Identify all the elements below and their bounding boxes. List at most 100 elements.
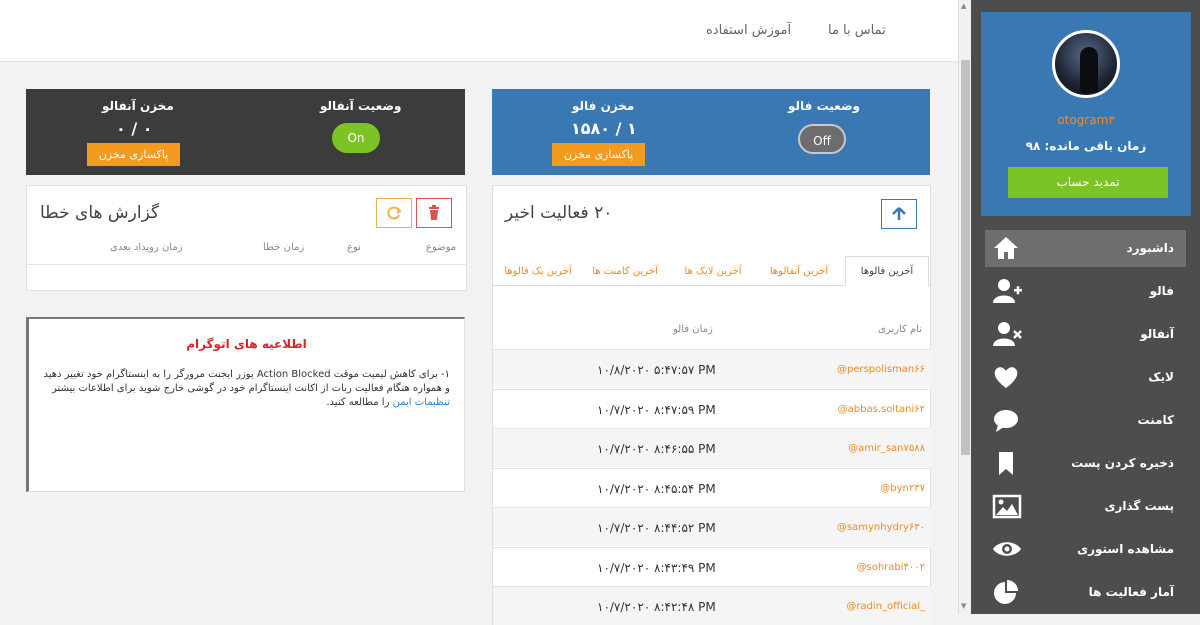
table-row: @radin_official_ ۱۰/۷/۲۰۲۰ ۸:۴۲:۴۸ PM [493,586,931,625]
row-follow-time: ۱۰/۷/۲۰۲۰ ۸:۴۳:۴۹ PM [597,560,716,575]
recent-activity-title: ۲۰ فعالیت اخیر [505,203,613,223]
follow-clear-store-button[interactable]: پاکسازی مخزن [552,143,645,166]
unfollow-status-title: وضعیت آنفالو [320,99,402,113]
sidebar-item-label: ذخیره کردن پست [1071,456,1174,470]
row-follow-time: ۱۰/۷/۲۰۲۰ ۸:۴۷:۵۹ PM [597,402,716,417]
row-username-link[interactable]: @perspolisman۶۶ [837,364,925,375]
error-col-type: نوع [347,242,361,253]
unfollow-toggle[interactable]: On [332,123,380,153]
arrow-up-icon [892,207,906,220]
refresh-errors-button[interactable] [376,198,412,228]
renew-account-button[interactable]: تمدید حساب [1008,167,1168,198]
table-row: @perspolisman۶۶ ۱۰/۸/۲۰۲۰ ۵:۴۷:۵۷ PM [493,349,931,388]
follow-status-box: وضعیت فالو Off مخزن فالو ۱۵۸۰ / ۱ پاکساز… [492,89,930,175]
row-username-link[interactable]: @sohrabi۴۰۰۲ [856,562,925,573]
scroll-up-arrow[interactable]: ▲ [961,2,966,10]
eye-icon [993,542,1021,556]
sidebar-item-unfollow[interactable]: آنفالو [985,316,1186,353]
nav-tutorial-link[interactable]: آموزش استفاده [706,23,791,38]
delete-errors-button[interactable] [416,198,452,228]
tab-last-follows[interactable]: آخرین فالوها [845,256,929,286]
avatar [1052,30,1120,98]
error-reports-title: گزارش های خطا [40,203,160,223]
row-username-link[interactable]: @abbas.soltani۶۲ [838,404,925,415]
error-col-subject: موضوع [426,242,457,253]
col-follow-time: زمان فالو [673,324,713,335]
sidebar-item-like[interactable]: لایک [985,359,1186,396]
error-col-next-event: زمان رویداد بعدی [110,242,183,253]
unfollow-clear-store-button[interactable]: پاکسازی مخزن [87,143,180,166]
refresh-icon [387,206,402,220]
comment-icon [994,410,1018,432]
notice-text: ۱- برای کاهش لیمیت موقت Action Blocked ی… [43,369,450,394]
trash-icon [429,205,439,220]
bookmark-icon [999,452,1013,475]
recent-activity-panel: ۲۰ فعالیت اخیر آخرین فالوها آخرین آنفالو… [492,185,931,625]
tab-last-back-follows[interactable]: آخرین بک فالوها [501,264,575,279]
row-follow-time: ۱۰/۷/۲۰۲۰ ۸:۴۴:۵۲ PM [597,521,716,535]
sidebar-item-label: آنفالو [1140,327,1174,341]
sidebar-item-save-post[interactable]: ذخیره کردن پست [985,445,1186,482]
notice-title: اطلاعیه های اتوگرام [186,337,307,351]
image-icon [992,494,1022,519]
sidebar-item-post[interactable]: پست گذاری [985,488,1186,525]
sidebar-item-comment[interactable]: کامنت [985,402,1186,439]
user-remove-icon [993,322,1022,346]
remaining-time: زمان باقی مانده: ۹۸ [1025,139,1147,153]
safe-settings-link[interactable]: تنظیمات ایمن [393,397,450,408]
profile-card: otogram۳ زمان باقی مانده: ۹۸ تمدید حساب [981,12,1191,216]
sidebar-item-label: مشاهده استوری [1077,542,1174,556]
tab-last-likes[interactable]: آخرین لایک ها [671,264,755,279]
error-col-time: زمان خطا [263,242,305,253]
table-row: @amir_san۷۵۸۸ ۱۰/۷/۲۰۲۰ ۸:۴۶:۵۵ PM [493,428,931,467]
profile-username[interactable]: otogram۳ [981,113,1191,127]
unfollow-status-box: وضعیت آنفالو On مخزن آنفالو ۰ / ۰ پاکساز… [26,89,465,175]
table-row: @sohrabi۴۰۰۲ ۱۰/۷/۲۰۲۰ ۸:۴۳:۴۹ PM [493,546,931,586]
user-plus-icon [993,279,1022,303]
error-table-divider [27,264,466,265]
follow-status-title: وضعیت فالو [788,99,860,113]
home-icon [994,237,1018,259]
sidebar-item-stats[interactable]: آمار فعالیت ها [985,574,1186,611]
tab-last-unfollows[interactable]: آخرین آنفالوها [757,264,841,279]
page-scrollbar[interactable]: ▲ ▼ [958,0,971,614]
unfollow-store-title: مخزن آنفالو [102,99,174,113]
col-username: نام کاربری [878,324,922,335]
sidebar-item-label: داشبورد [1126,241,1174,255]
row-username-link[interactable]: @byn۲۳۷ [880,483,925,494]
table-row: @byn۲۳۷ ۱۰/۷/۲۰۲۰ ۸:۴۵:۵۴ PM [493,467,931,507]
tab-last-comments[interactable]: آخرین کامنت ها [583,264,667,279]
notice-text-end: را مطالعه کنید. [326,397,393,408]
row-follow-time: ۱۰/۷/۲۰۲۰ ۸:۴۵:۵۴ PM [597,481,716,496]
follow-store-title: مخزن فالو [572,99,635,113]
pie-chart-icon [994,580,1018,604]
notice-body: ۱- برای کاهش لیمیت موقت Action Blocked ی… [43,368,450,410]
row-username-link[interactable]: @radin_official_ [846,601,925,612]
row-username-link[interactable]: @amir_san۷۵۸۸ [848,443,925,454]
notice-panel: اطلاعیه های اتوگرام ۱- برای کاهش لیمیت م… [26,317,465,492]
nav-contact-link[interactable]: تماس با ما [828,23,886,38]
sidebar-item-story[interactable]: مشاهده استوری [985,531,1186,568]
row-follow-time: ۱۰/۷/۲۰۲۰ ۸:۴۲:۴۸ PM [597,600,716,614]
table-row: @samynhydry۶۳۰ ۱۰/۷/۲۰۲۰ ۸:۴۴:۵۲ PM [493,507,931,546]
sidebar-item-label: آمار فعالیت ها [1088,585,1174,599]
sidebar-item-follow[interactable]: فالو [985,273,1186,310]
sidebar-item-label: فالو [1149,284,1174,298]
heart-icon [994,367,1018,388]
follow-store-value: ۱۵۸۰ / ۱ [571,119,637,138]
scroll-down-arrow[interactable]: ▼ [961,602,966,610]
sidebar: otogram۳ زمان باقی مانده: ۹۸ تمدید حساب … [971,0,1200,614]
top-navbar: تماس با ما آموزش استفاده [0,0,958,62]
sidebar-item-label: پست گذاری [1104,499,1174,513]
error-reports-panel: گزارش های خطا موضوع نوع زمان خطا زمان رو… [26,185,467,291]
sidebar-item-label: لایک [1148,370,1174,384]
sidebar-item-label: کامنت [1137,413,1174,427]
sidebar-item-dashboard[interactable]: داشبورد [985,230,1186,267]
scroll-top-button[interactable] [881,199,917,229]
scroll-thumb[interactable] [961,60,970,455]
table-row: @abbas.soltani۶۲ ۱۰/۷/۲۰۲۰ ۸:۴۷:۵۹ PM [493,388,931,428]
row-username-link[interactable]: @samynhydry۶۳۰ [837,522,925,533]
follow-toggle[interactable]: Off [798,124,846,154]
row-follow-time: ۱۰/۷/۲۰۲۰ ۸:۴۶:۵۵ PM [597,442,716,456]
unfollow-store-value: ۰ / ۰ [116,119,153,138]
